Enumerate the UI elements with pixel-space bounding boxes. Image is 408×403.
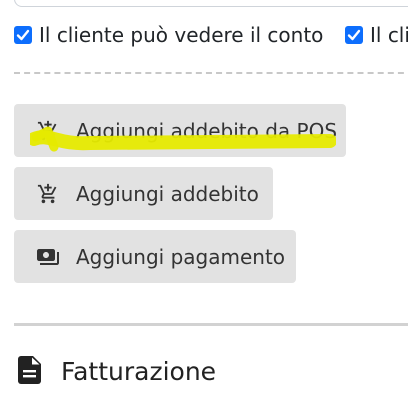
add-shopping-cart-icon [36,119,60,143]
billing-panel: Il cliente può vedere il conto Il cli Ag… [0,0,408,403]
checkbox-label: Il cli [370,23,408,47]
text-input[interactable] [14,0,408,7]
section-title: Fatturazione [61,356,217,386]
section-divider [14,323,408,326]
dashed-divider [14,72,408,74]
checkbox-checked-icon[interactable] [14,26,32,44]
checkbox-client-can-see-bill[interactable]: Il cliente può vedere il conto [14,23,323,47]
checkbox-label: Il cliente può vedere il conto [39,23,324,47]
add-payment-label: Aggiungi pagamento [76,244,286,269]
section-header-billing: Fatturazione [18,356,216,386]
add-shopping-cart-icon [36,182,60,206]
add-pos-charge-label: Aggiungi addebito da POS [76,118,338,143]
add-pos-charge-button[interactable]: Aggiungi addebito da POS [14,104,346,157]
add-charge-button[interactable]: Aggiungi addebito [14,167,273,220]
checkbox-client-secondary[interactable]: Il cli [345,23,408,47]
add-payment-button[interactable]: Aggiungi pagamento [14,230,296,283]
add-charge-label: Aggiungi addebito [76,181,259,206]
payments-icon [36,245,60,269]
document-icon [18,356,44,386]
checkbox-checked-icon[interactable] [345,26,363,44]
